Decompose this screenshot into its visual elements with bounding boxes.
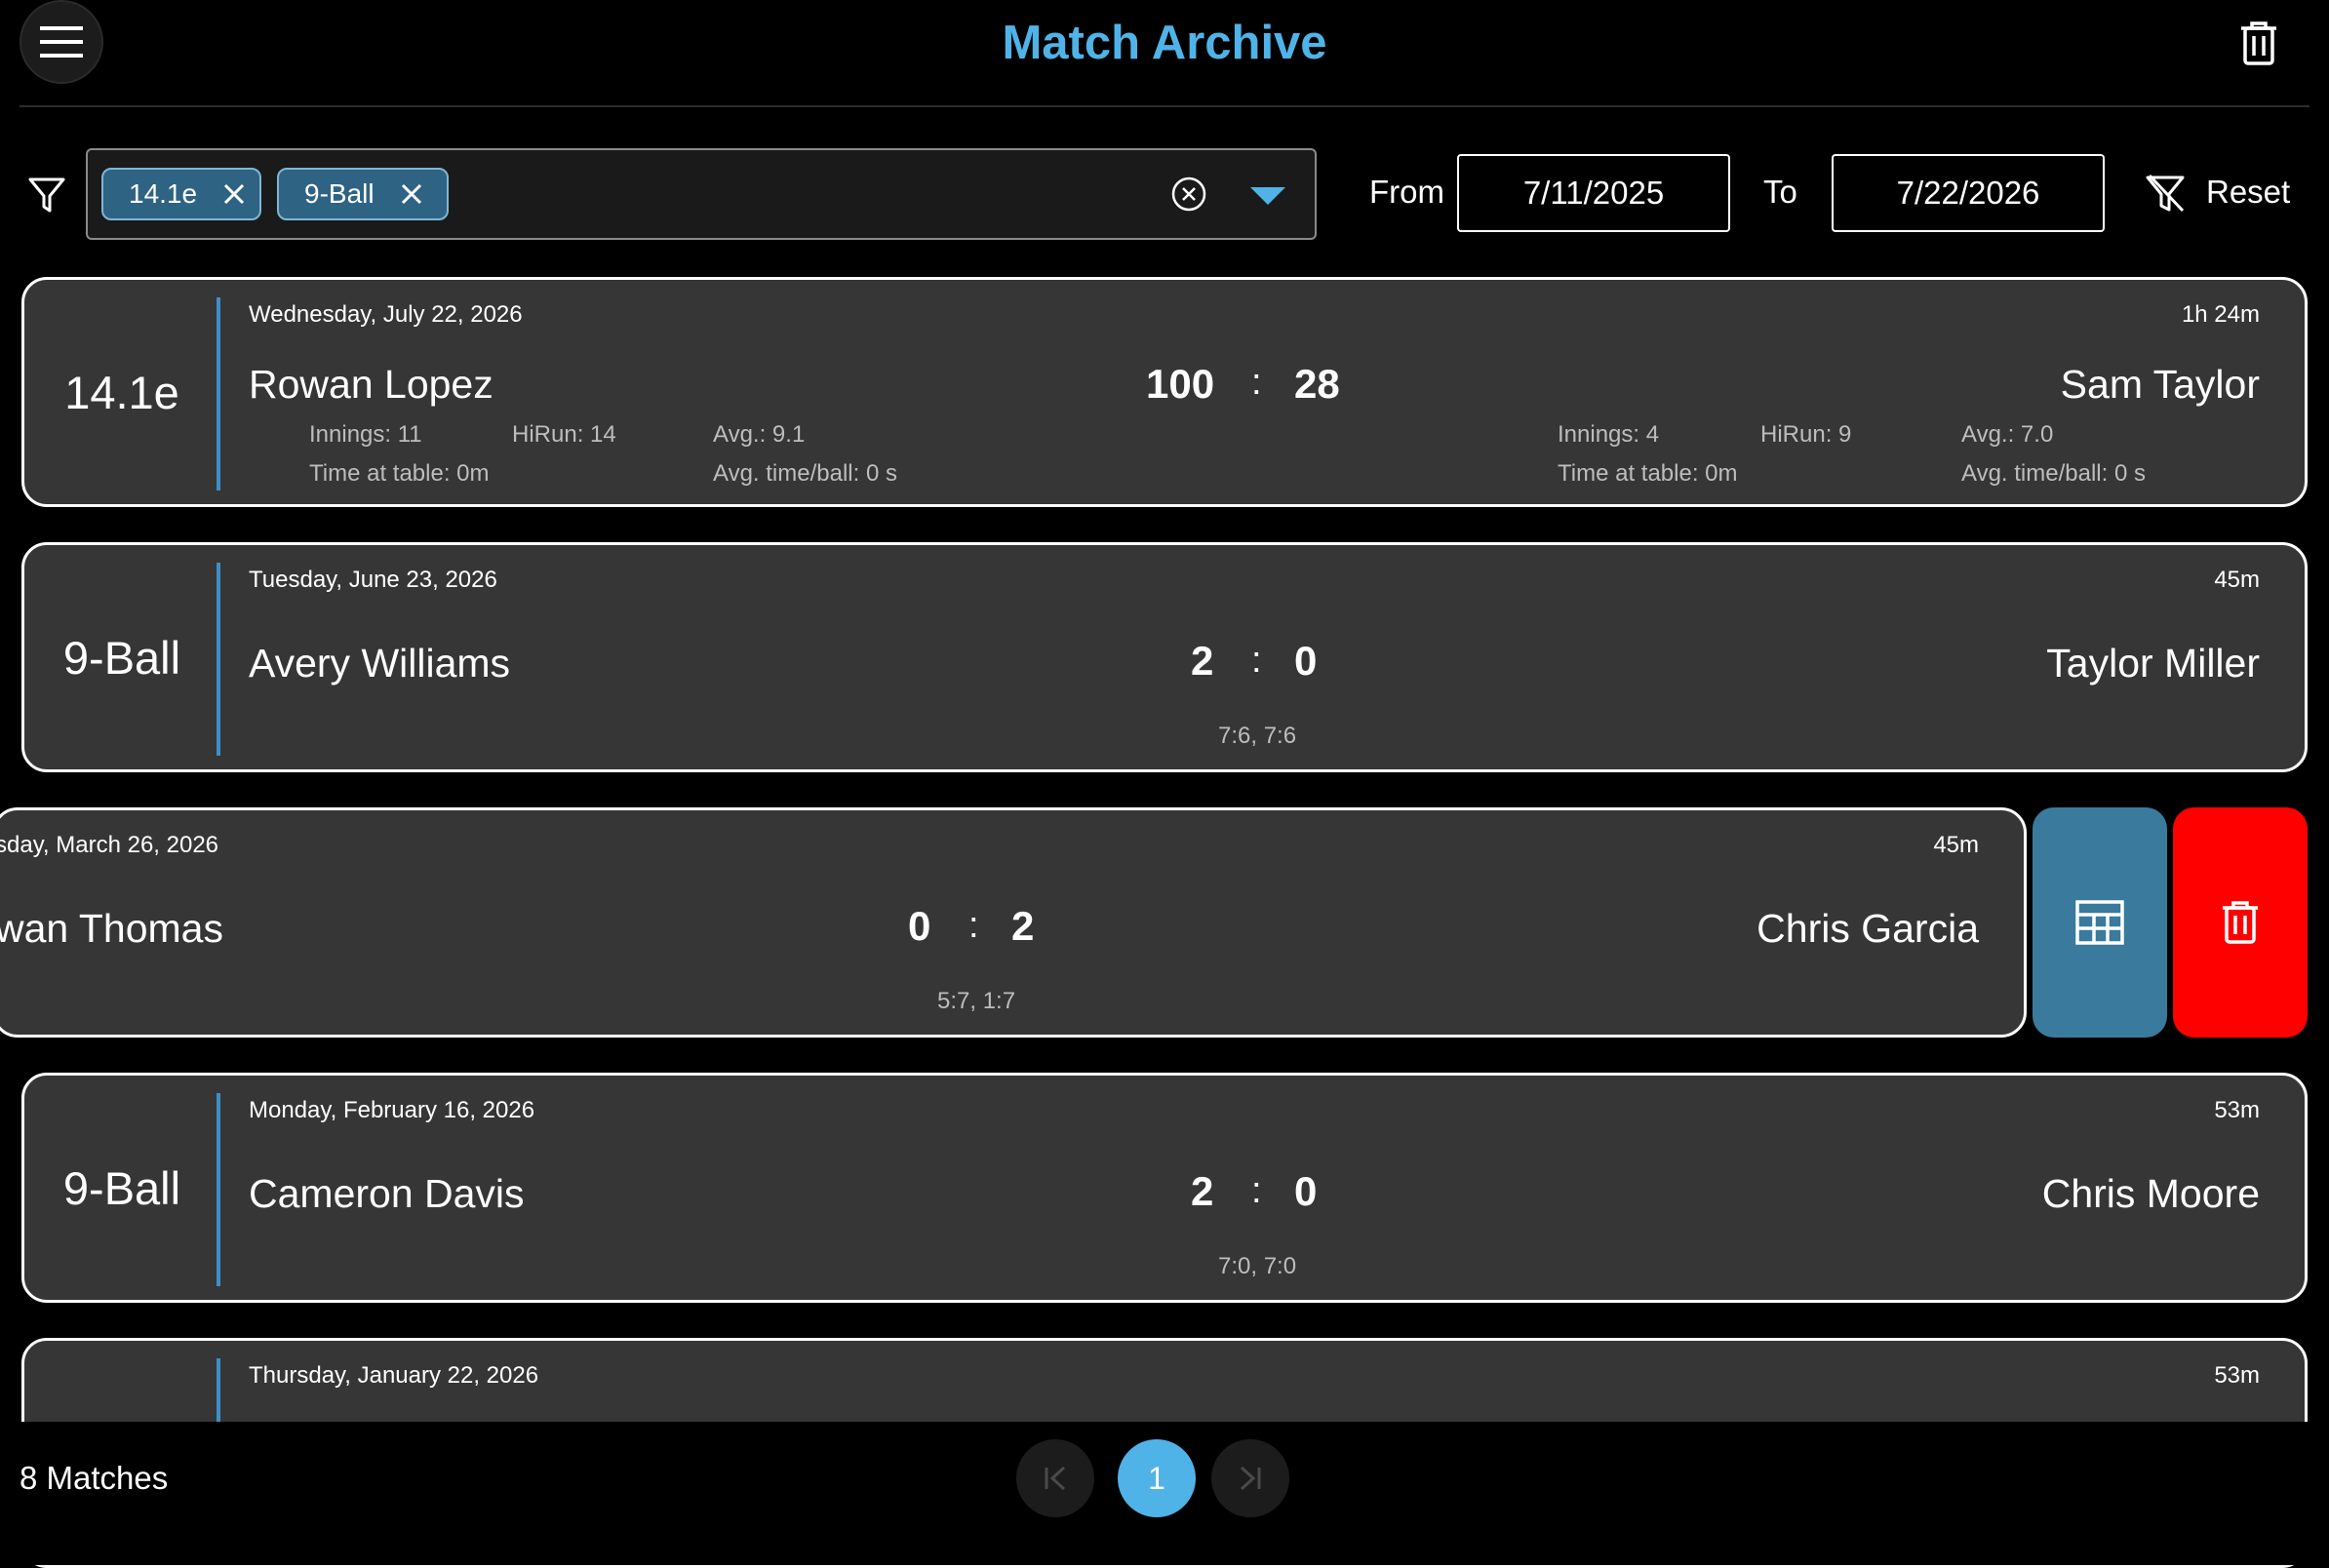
- p1-innings: Innings: 11: [309, 421, 422, 448]
- player-1-name: wan Thomas: [0, 906, 223, 951]
- delete-match-button[interactable]: [2173, 807, 2308, 1038]
- match-card[interactable]: 9-Ball Tuesday, June 23, 2026 45m Avery …: [21, 542, 2308, 772]
- delete-all-trash-icon[interactable]: [2237, 20, 2280, 66]
- match-duration: 1h 24m: [2181, 301, 2260, 328]
- chevron-down-icon[interactable]: [1248, 185, 1287, 207]
- p2-innings: Innings: 4: [1558, 421, 1660, 448]
- p2-time-at-table: Time at table: 0m: [1558, 460, 1738, 487]
- p2-average: Avg.: 7.0: [1961, 421, 2054, 448]
- first-page-button[interactable]: [1016, 1439, 1094, 1517]
- chip-label: 14.1e: [129, 178, 198, 209]
- game-type: 14.1e: [64, 366, 179, 418]
- match-duration: 53m: [2214, 1362, 2260, 1389]
- player-2-score: 2: [1011, 903, 1035, 949]
- last-page-icon: [1240, 1466, 1261, 1491]
- from-label: From: [1369, 174, 1444, 210]
- score-separator: :: [968, 905, 979, 946]
- match-duration: 45m: [1933, 832, 1979, 858]
- match-count: 8 Matches: [20, 1460, 169, 1496]
- first-page-icon: [1045, 1466, 1066, 1491]
- player-1-score: 2: [1191, 638, 1214, 684]
- player-1-name: Avery Williams: [249, 641, 511, 686]
- match-date: Thursday, January 22, 2026: [249, 1362, 539, 1389]
- player-1-name: Cameron Davis: [249, 1171, 525, 1216]
- from-date-field[interactable]: 7/11/2025: [1457, 154, 1730, 232]
- game-type: 9-Ball: [62, 631, 181, 684]
- match-date: Wednesday, July 22, 2026: [249, 301, 523, 328]
- filter-chip-9-ball[interactable]: 9-Ball: [277, 168, 449, 220]
- chip-remove-icon[interactable]: [400, 182, 423, 206]
- match-duration: 53m: [2214, 1097, 2260, 1123]
- player-1-score: 100: [1146, 361, 1215, 407]
- p1-average: Avg.: 9.1: [713, 421, 806, 448]
- match-card[interactable]: 9-Ball Monday, February 16, 2026 53m Cam…: [21, 1073, 2308, 1303]
- p2-avg-time-ball: Avg. time/ball: 0 s: [1961, 460, 2146, 487]
- page-title: Match Archive: [1002, 17, 1327, 69]
- player-2-name: Sam Taylor: [2060, 362, 2260, 407]
- match-date: sday, March 26, 2026: [0, 832, 219, 858]
- last-page-button[interactable]: [1211, 1439, 1289, 1517]
- player-1-name: Rowan Lopez: [249, 362, 493, 407]
- player-1-score: 0: [908, 903, 931, 949]
- clear-selection-icon[interactable]: [1170, 176, 1207, 213]
- filter-icon: [28, 177, 65, 213]
- reset-button[interactable]: Reset: [2206, 174, 2290, 211]
- p1-time-at-table: Time at table: 0m: [309, 460, 490, 487]
- page-button-current[interactable]: 1: [1118, 1439, 1196, 1517]
- match-duration: 45m: [2214, 567, 2260, 593]
- set-scores: 7:6, 7:6: [1218, 723, 1297, 749]
- player-2-score: 28: [1294, 361, 1340, 407]
- player-2-score: 0: [1294, 1168, 1318, 1214]
- card-divider: [217, 563, 220, 756]
- header-divider: [20, 105, 2309, 107]
- filter-off-icon[interactable]: [2144, 172, 2187, 215]
- chip-label: 9-Ball: [304, 178, 375, 209]
- player-2-name: Taylor Miller: [2046, 641, 2260, 686]
- p2-hirun: HiRun: 9: [1760, 421, 1852, 448]
- card-divider: [217, 1093, 220, 1286]
- match-date: Monday, February 16, 2026: [249, 1097, 535, 1123]
- match-card-swiped[interactable]: sday, March 26, 2026 45m wan Thomas Chri…: [0, 807, 2027, 1038]
- player-2-name: Chris Moore: [2041, 1171, 2260, 1216]
- player-2-name: Chris Garcia: [1757, 906, 1979, 951]
- score-separator: :: [1251, 362, 1262, 403]
- game-type-multiselect[interactable]: [86, 148, 1317, 240]
- to-label: To: [1763, 174, 1797, 210]
- match-stats-button[interactable]: [2033, 807, 2167, 1038]
- card-divider: [217, 297, 220, 490]
- to-date-field[interactable]: 7/22/2026: [1832, 154, 2105, 232]
- filter-chip-14-1e[interactable]: 14.1e: [101, 168, 261, 220]
- trash-icon: [2223, 901, 2258, 944]
- set-scores: 7:0, 7:0: [1218, 1253, 1297, 1279]
- player-2-score: 0: [1294, 638, 1318, 684]
- score-separator: :: [1251, 640, 1262, 681]
- match-date: Tuesday, June 23, 2026: [249, 567, 497, 593]
- p1-hirun: HiRun: 14: [512, 421, 616, 448]
- set-scores: 5:7, 1:7: [937, 988, 1016, 1014]
- player-1-score: 2: [1191, 1168, 1214, 1214]
- game-type: 9-Ball: [62, 1161, 181, 1214]
- chip-remove-icon[interactable]: [222, 182, 246, 206]
- p1-avg-time-ball: Avg. time/ball: 0 s: [713, 460, 897, 487]
- match-card[interactable]: 14.1e Wednesday, July 22, 2026 1h 24m Ro…: [21, 277, 2308, 507]
- table-icon: [2075, 900, 2124, 945]
- score-separator: :: [1251, 1170, 1262, 1211]
